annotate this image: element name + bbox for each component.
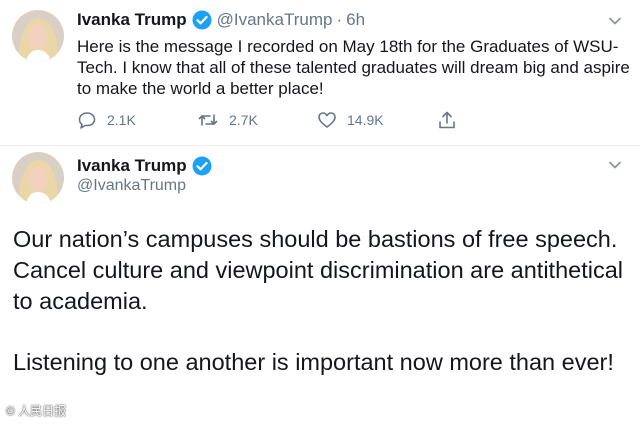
reply-button[interactable]: 2.1K xyxy=(77,110,197,130)
name-row: Ivanka Trump @IvankaTrump · 6h xyxy=(77,10,365,30)
like-count: 14.9K xyxy=(347,112,384,128)
caret-down-icon[interactable] xyxy=(608,14,622,28)
verified-icon xyxy=(192,10,212,30)
caret-down-icon[interactable] xyxy=(608,158,622,172)
tweet-actions: 2.1K 2.7K 14.9K xyxy=(77,108,557,132)
share-button[interactable] xyxy=(437,110,557,130)
separator-dot: · xyxy=(336,10,343,29)
display-name[interactable]: Ivanka Trump xyxy=(77,156,187,176)
handle[interactable]: @IvankaTrump xyxy=(217,10,333,30)
display-name[interactable]: Ivanka Trump xyxy=(77,10,187,30)
like-icon xyxy=(318,112,336,128)
verified-icon xyxy=(192,156,212,176)
reply-count: 2.1K xyxy=(107,112,136,128)
reply-tweet-card[interactable]: Ivanka Trump @IvankaTrump · 6h Here is t… xyxy=(0,0,640,146)
tweet-paragraph: Listening to one another is important no… xyxy=(13,349,614,375)
handle[interactable]: @IvankaTrump xyxy=(77,177,186,195)
tweet-body: Our nation’s campuses should be bastions… xyxy=(13,224,623,408)
tweet-text: Here is the message I recorded on May 18… xyxy=(77,37,630,98)
avatar[interactable] xyxy=(12,152,64,204)
like-button[interactable]: 14.9K xyxy=(317,110,437,130)
retweet-button[interactable]: 2.7K xyxy=(197,110,317,130)
focus-tweet: Ivanka Trump @IvankaTrump Our nation’s c… xyxy=(0,146,640,424)
name-row: Ivanka Trump xyxy=(77,156,212,176)
watermark: © 人民日报 xyxy=(6,404,67,418)
timestamp[interactable]: 6h xyxy=(346,10,365,30)
avatar[interactable] xyxy=(12,10,64,62)
retweet-count: 2.7K xyxy=(229,112,258,128)
retweet-icon xyxy=(198,114,218,126)
share-icon xyxy=(439,111,455,129)
reply-icon xyxy=(78,112,96,129)
tweet-paragraph: Our nation’s campuses should be bastions… xyxy=(13,226,624,314)
